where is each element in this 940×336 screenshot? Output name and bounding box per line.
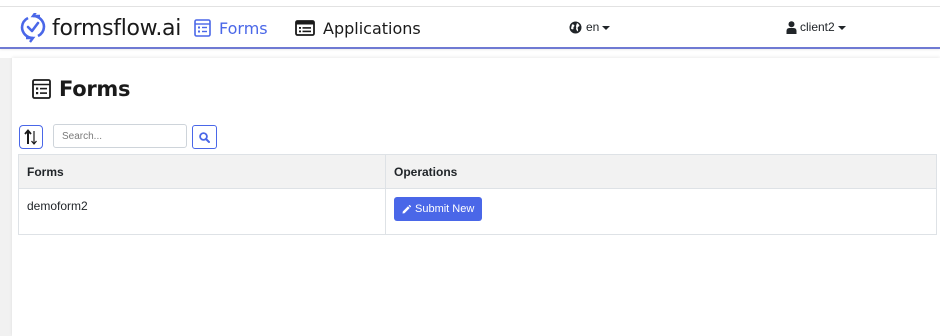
sort-icon — [24, 128, 37, 145]
formsflow-logo-icon — [20, 13, 46, 43]
search-icon — [199, 131, 210, 143]
sort-button[interactable] — [19, 125, 43, 149]
nav-item-forms[interactable]: Forms — [194, 14, 268, 42]
nav-item-applications-label: Applications — [323, 18, 421, 38]
globe-icon — [569, 21, 582, 33]
applications-icon — [295, 20, 315, 36]
user-dropdown[interactable]: client2 — [786, 20, 846, 34]
user-label: client2 — [800, 20, 835, 34]
submit-new-button[interactable]: Submit New — [394, 197, 483, 221]
forms-icon — [32, 79, 51, 99]
submit-new-label: Submit New — [415, 203, 475, 215]
operations-cell: Submit New — [386, 189, 936, 234]
chevron-down-icon — [837, 25, 846, 30]
search-input[interactable] — [53, 124, 187, 148]
column-header-operations: Operations — [394, 165, 458, 179]
brand-logo[interactable]: formsflow.ai — [20, 12, 181, 44]
language-dropdown[interactable]: en — [569, 20, 611, 34]
main-content: Forms Forms Operations demoform2 — [12, 58, 940, 336]
nav-item-forms-label: Forms — [219, 18, 268, 38]
nav-item-applications[interactable]: Applications — [295, 14, 421, 42]
page-title-text: Forms — [59, 77, 131, 101]
table-header: Forms Operations — [19, 155, 936, 189]
language-label: en — [586, 20, 600, 34]
brand-name: formsflow.ai — [52, 15, 182, 41]
chevron-down-icon — [602, 25, 611, 30]
search-button[interactable] — [192, 125, 217, 149]
user-icon — [786, 20, 797, 34]
form-name-cell: demoform2 — [19, 189, 386, 234]
left-gutter — [0, 58, 12, 336]
page-title: Forms — [32, 77, 130, 101]
table-row: demoform2 Submit New — [19, 189, 936, 234]
top-strip — [0, 0, 940, 7]
forms-icon — [194, 19, 211, 37]
pencil-icon — [402, 204, 411, 213]
forms-table: Forms Operations demoform2 Submit New — [18, 154, 937, 235]
column-header-forms: Forms — [19, 155, 386, 188]
navbar: formsflow.ai Forms Applications en clien… — [0, 7, 940, 49]
